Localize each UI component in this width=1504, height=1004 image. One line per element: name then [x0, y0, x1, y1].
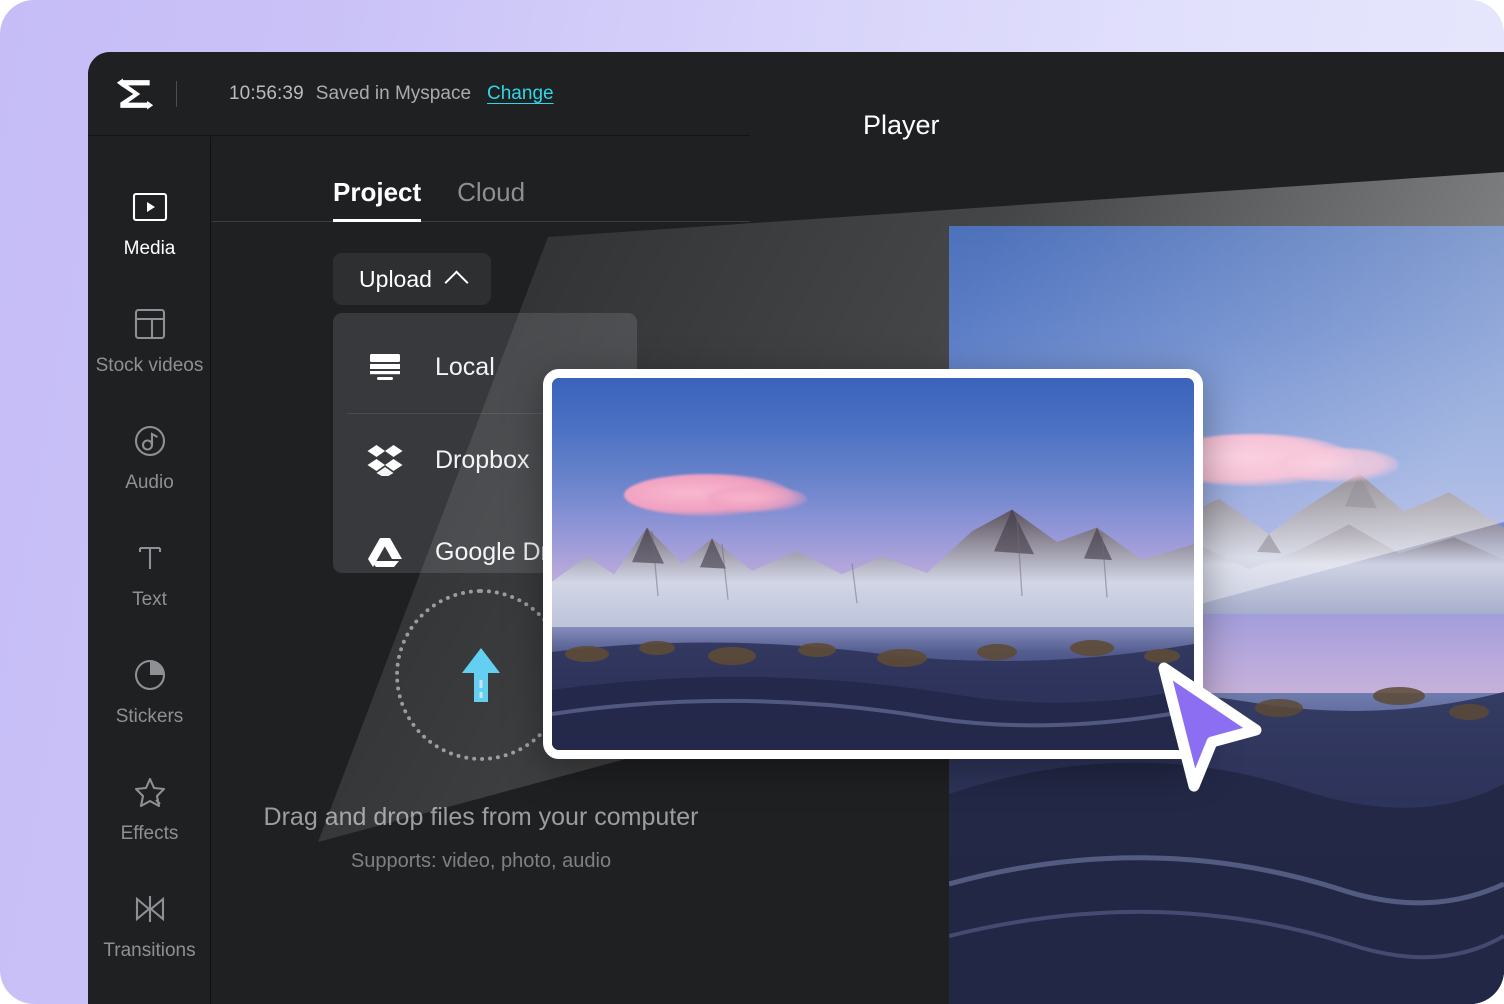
sidebar-item-transitions[interactable]: Transitions	[88, 867, 211, 984]
media-play-icon	[132, 188, 168, 226]
sidebar-rail: Media Stock videos Audio	[88, 137, 211, 1004]
sidebar-item-stock-videos[interactable]: Stock videos	[88, 282, 211, 399]
dragged-thumbnail-image	[552, 378, 1194, 750]
sidebar-item-media[interactable]: Media	[88, 165, 211, 282]
sidebar-item-text[interactable]: Text	[88, 516, 211, 633]
tab-project[interactable]: Project	[333, 177, 421, 222]
sidebar-label: Stickers	[116, 706, 184, 728]
chevron-up-icon	[444, 270, 468, 294]
top-bar: 10:56:39 Saved in Myspace Change	[88, 52, 750, 136]
capcut-hourglass-logo-icon	[114, 75, 156, 113]
header-divider	[176, 81, 177, 107]
menu-item-label: Local	[435, 353, 495, 382]
change-location-link[interactable]: Change	[487, 83, 554, 105]
autosave-time: 10:56:39	[229, 83, 304, 105]
arrow-pointer-cursor	[1150, 658, 1300, 808]
dragged-media-thumbnail[interactable]	[543, 369, 1203, 759]
dropzone-title: Drag and drop files from your computer	[264, 803, 699, 832]
audio-note-icon	[133, 422, 167, 460]
sidebar-item-stickers[interactable]: Stickers	[88, 633, 211, 750]
panel-tabs: Project Cloud	[212, 137, 750, 222]
menu-item-label: Dropbox	[435, 446, 530, 475]
sidebar-label: Audio	[125, 472, 174, 494]
dropbox-icon	[366, 441, 404, 479]
upload-button-label: Upload	[359, 266, 432, 293]
app-window: Player	[88, 52, 1504, 1004]
saved-location-label: Saved in Myspace	[316, 83, 471, 105]
sidebar-label: Text	[132, 589, 167, 611]
sticker-ball-icon	[133, 656, 167, 694]
page-canvas: Player	[0, 0, 1504, 1004]
tab-cloud[interactable]: Cloud	[457, 177, 525, 222]
capcut-logo[interactable]	[104, 75, 166, 113]
transitions-bowtie-icon	[133, 890, 167, 928]
layout-grid-icon	[133, 305, 167, 343]
effects-star-icon	[133, 773, 167, 811]
sidebar-item-filters[interactable]: Filters	[88, 984, 211, 1004]
dropzone-subtitle: Supports: video, photo, audio	[351, 850, 611, 873]
sidebar-label: Stock videos	[96, 355, 204, 377]
sidebar-label: Media	[124, 238, 176, 260]
dropzone-circle	[395, 589, 567, 761]
google-drive-icon	[366, 533, 404, 571]
text-t-icon	[133, 539, 167, 577]
sidebar-label: Transitions	[103, 940, 195, 962]
sidebar-item-effects[interactable]: Effects	[88, 750, 211, 867]
player-title: Player	[863, 110, 940, 141]
monitor-icon	[366, 348, 404, 386]
sidebar-label: Effects	[121, 823, 179, 845]
upload-button[interactable]: Upload	[333, 253, 491, 305]
sidebar-item-audio[interactable]: Audio	[88, 399, 211, 516]
cloud-upload-arrow-icon	[448, 640, 514, 710]
